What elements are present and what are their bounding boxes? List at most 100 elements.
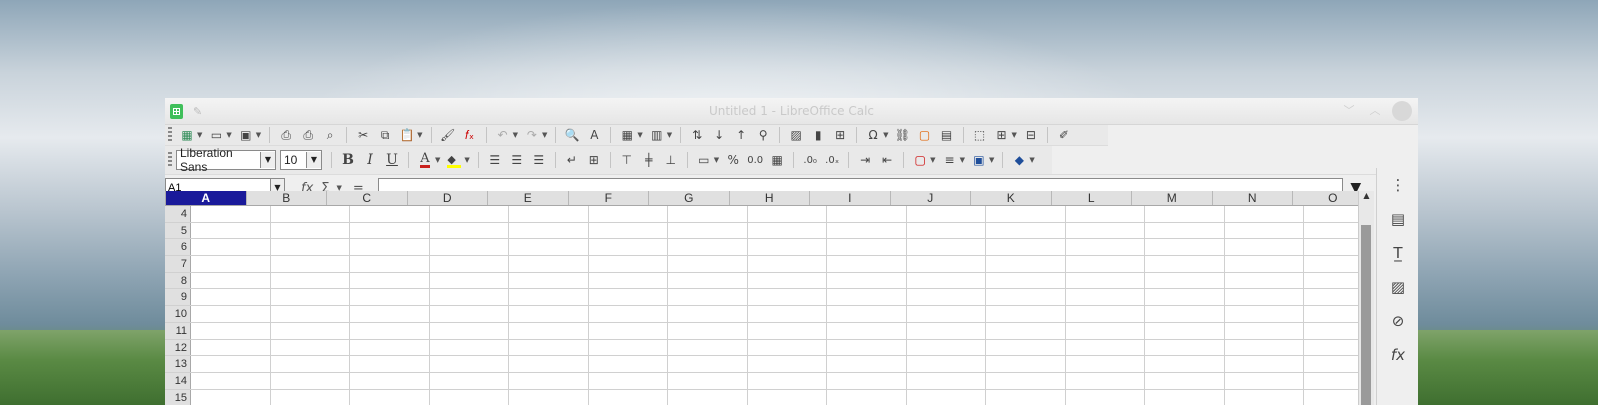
row-header[interactable]: 8 [165, 272, 191, 289]
add-decimal-icon[interactable]: .0₀ [801, 151, 819, 169]
cell[interactable] [986, 256, 1066, 272]
cell[interactable] [668, 389, 748, 405]
center-vertically-icon[interactable]: ╪ [640, 151, 658, 169]
cell[interactable] [191, 356, 271, 372]
clear-formatting-icon[interactable]: 𝑓ₓ [461, 126, 479, 144]
cell[interactable] [748, 272, 827, 289]
cell[interactable] [350, 389, 430, 405]
cell[interactable] [827, 389, 907, 405]
column-header-c[interactable]: C [327, 191, 408, 205]
cell[interactable] [986, 206, 1066, 222]
cell[interactable] [668, 339, 748, 356]
cell[interactable] [1225, 389, 1304, 405]
date-format-icon[interactable]: ▦ [768, 151, 786, 169]
row-header[interactable]: 9 [165, 289, 191, 306]
cell[interactable] [986, 372, 1066, 389]
save-icon[interactable]: ▣ [237, 126, 255, 144]
cell[interactable] [1225, 272, 1304, 289]
column-header-i[interactable]: I [810, 191, 891, 205]
cell[interactable] [430, 322, 509, 339]
cell[interactable] [668, 372, 748, 389]
cell[interactable] [986, 356, 1066, 372]
cell[interactable] [1145, 322, 1225, 339]
cell[interactable] [827, 256, 907, 272]
cell[interactable] [589, 356, 668, 372]
cell[interactable] [350, 239, 430, 256]
cell[interactable] [1145, 272, 1225, 289]
cell[interactable] [827, 322, 907, 339]
cell[interactable] [986, 222, 1066, 239]
cell[interactable] [1066, 239, 1145, 256]
cell[interactable] [907, 206, 986, 222]
special-character-icon[interactable]: Ω [864, 126, 882, 144]
align-right-icon[interactable]: ☰ [530, 151, 548, 169]
cell[interactable] [1066, 256, 1145, 272]
borders-icon[interactable]: ▢ [911, 151, 929, 169]
paste-icon[interactable]: 📋 [398, 126, 416, 144]
cell[interactable] [907, 389, 986, 405]
cell[interactable] [271, 389, 350, 405]
cell[interactable] [748, 356, 827, 372]
cell[interactable] [589, 256, 668, 272]
sort-icon[interactable]: ⇅ [688, 126, 706, 144]
column-header-h[interactable]: H [730, 191, 810, 205]
cell[interactable] [668, 322, 748, 339]
gallery-icon[interactable]: ▨ [1377, 270, 1418, 304]
cell[interactable] [191, 256, 271, 272]
cell[interactable] [1066, 372, 1145, 389]
cell[interactable] [668, 222, 748, 239]
cell[interactable] [191, 306, 271, 322]
vertical-scrollbar[interactable]: ▲ [1358, 191, 1374, 405]
cut-icon[interactable]: ✂ [354, 126, 372, 144]
print-icon[interactable]: ⎙ [299, 126, 317, 144]
maximize-button[interactable]: ︿ [1366, 102, 1384, 120]
cell[interactable] [668, 256, 748, 272]
cell[interactable] [1066, 222, 1145, 239]
percent-format-button[interactable]: % [724, 151, 742, 169]
cell[interactable] [986, 239, 1066, 256]
cell[interactable] [350, 272, 430, 289]
row-header[interactable]: 11 [165, 322, 191, 339]
row-header[interactable]: 6 [165, 239, 191, 256]
cell[interactable] [589, 222, 668, 239]
cell[interactable] [271, 356, 350, 372]
cell[interactable] [907, 289, 986, 306]
cell[interactable] [1225, 322, 1304, 339]
undo-icon[interactable]: ↶ [494, 126, 512, 144]
cell[interactable] [430, 256, 509, 272]
cell[interactable] [271, 256, 350, 272]
cell[interactable] [430, 222, 509, 239]
cell[interactable] [509, 389, 589, 405]
cell[interactable] [271, 222, 350, 239]
cell[interactable] [1145, 206, 1225, 222]
cell[interactable] [350, 206, 430, 222]
cell[interactable] [589, 206, 668, 222]
cell[interactable] [827, 272, 907, 289]
sort-ascending-icon[interactable]: ↓ [710, 126, 728, 144]
font-color-button[interactable]: A [416, 151, 434, 169]
headers-footers-icon[interactable]: ▤ [938, 126, 956, 144]
cell[interactable] [430, 206, 509, 222]
comment-icon[interactable]: ▢ [916, 126, 934, 144]
column-header-a[interactable]: A [166, 191, 247, 205]
font-name-dropdown-icon[interactable]: ▼ [260, 152, 275, 168]
cell[interactable] [748, 339, 827, 356]
cell[interactable] [1066, 289, 1145, 306]
border-color-icon[interactable]: ▣ [970, 151, 988, 169]
cell[interactable] [748, 372, 827, 389]
cell[interactable] [907, 306, 986, 322]
cell[interactable] [271, 239, 350, 256]
column-header-d[interactable]: D [408, 191, 488, 205]
cell[interactable] [509, 339, 589, 356]
scrollbar-thumb[interactable] [1361, 225, 1371, 405]
cell[interactable] [1066, 206, 1145, 222]
row-icon[interactable]: ▦ [618, 126, 636, 144]
navigator-icon[interactable]: ⊘ [1377, 304, 1418, 338]
cell[interactable] [907, 322, 986, 339]
cell[interactable] [430, 306, 509, 322]
cell[interactable] [589, 239, 668, 256]
background-color-button[interactable]: ◆ [445, 151, 463, 169]
cell[interactable] [827, 239, 907, 256]
scroll-up-icon[interactable]: ▲ [1359, 191, 1374, 203]
cell[interactable] [350, 222, 430, 239]
